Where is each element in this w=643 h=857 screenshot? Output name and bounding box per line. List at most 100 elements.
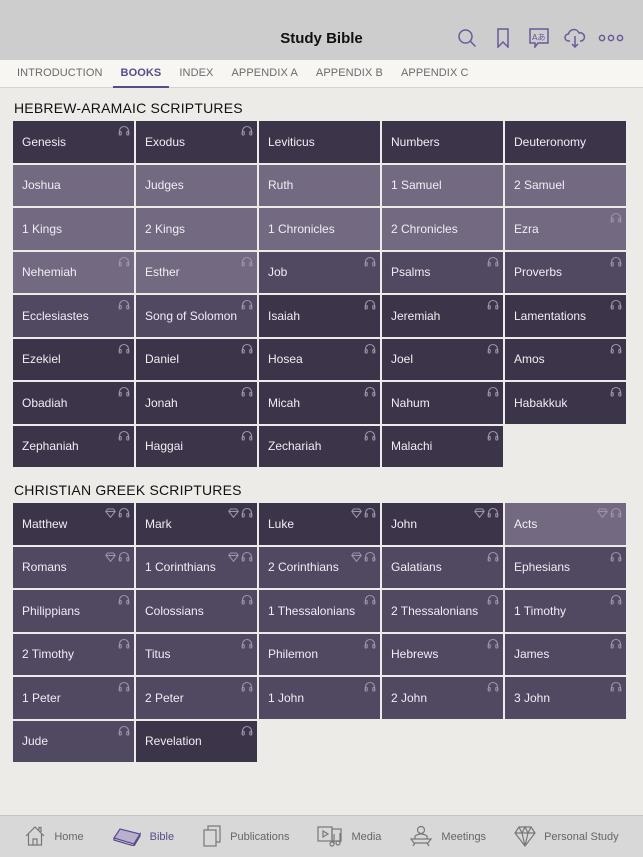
headphones-icon xyxy=(364,551,376,565)
tile-icons xyxy=(487,681,499,695)
nav-media[interactable]: Media xyxy=(303,816,395,857)
nav-media-label: Media xyxy=(351,831,382,843)
book-tile-song-of-solomon[interactable]: Song of Solomon xyxy=(136,295,257,337)
book-tile-habakkuk[interactable]: Habakkuk xyxy=(505,382,626,424)
book-tile-2-corinthians[interactable]: 2 Corinthians xyxy=(259,546,380,588)
book-tile-1-kings[interactable]: 1 Kings xyxy=(13,208,134,250)
tile-icons xyxy=(487,594,499,608)
book-tile-romans[interactable]: Romans xyxy=(13,546,134,588)
tab-appendix-c[interactable]: APPENDIX C xyxy=(392,60,478,87)
book-tile-mark[interactable]: Mark xyxy=(136,503,257,545)
book-tile-3-john[interactable]: 3 John xyxy=(505,677,626,719)
book-tile-numbers[interactable]: Numbers xyxy=(382,121,503,163)
book-tile-ephesians[interactable]: Ephesians xyxy=(505,546,626,588)
book-tile-2-john[interactable]: 2 John xyxy=(382,677,503,719)
book-tile-james[interactable]: James xyxy=(505,633,626,675)
book-tile-exodus[interactable]: Exodus xyxy=(136,121,257,163)
book-name: Ezra xyxy=(514,221,539,236)
search-icon[interactable] xyxy=(449,26,485,50)
book-tile-zechariah[interactable]: Zechariah xyxy=(259,425,380,467)
book-tile-nahum[interactable]: Nahum xyxy=(382,382,503,424)
book-name: 2 Corinthians xyxy=(268,560,339,575)
book-tile-1-timothy[interactable]: 1 Timothy xyxy=(505,590,626,632)
tab-index[interactable]: INDEX xyxy=(170,60,222,87)
nav-personal-study[interactable]: Personal Study xyxy=(500,816,633,857)
book-tile-genesis[interactable]: Genesis xyxy=(13,121,134,163)
book-tile-philippians[interactable]: Philippians xyxy=(13,590,134,632)
book-tile-lamentations[interactable]: Lamentations xyxy=(505,295,626,337)
book-tile-esther[interactable]: Esther xyxy=(136,251,257,293)
tile-icons xyxy=(118,430,130,444)
download-cloud-icon[interactable] xyxy=(557,26,593,50)
book-tile-malachi[interactable]: Malachi xyxy=(382,425,503,467)
book-tile-ruth[interactable]: Ruth xyxy=(259,164,380,206)
nav-meetings[interactable]: Meetings xyxy=(395,816,500,857)
book-tile-john[interactable]: John xyxy=(382,503,503,545)
book-tile-1-samuel[interactable]: 1 Samuel xyxy=(382,164,503,206)
book-tile-1-peter[interactable]: 1 Peter xyxy=(13,677,134,719)
book-tile-amos[interactable]: Amos xyxy=(505,338,626,380)
book-name: Jeremiah xyxy=(391,308,441,323)
book-tile-2-peter[interactable]: 2 Peter xyxy=(136,677,257,719)
book-tile-1-john[interactable]: 1 John xyxy=(259,677,380,719)
book-tile-jonah[interactable]: Jonah xyxy=(136,382,257,424)
book-tile-joshua[interactable]: Joshua xyxy=(13,164,134,206)
book-tile-2-chronicles[interactable]: 2 Chronicles xyxy=(382,208,503,250)
book-tile-colossians[interactable]: Colossians xyxy=(136,590,257,632)
book-tile-titus[interactable]: Titus xyxy=(136,633,257,675)
book-tile-deuteronomy[interactable]: Deuteronomy xyxy=(505,121,626,163)
book-tile-obadiah[interactable]: Obadiah xyxy=(13,382,134,424)
book-tile-hebrews[interactable]: Hebrews xyxy=(382,633,503,675)
tile-icons xyxy=(487,386,499,400)
book-tile-2-samuel[interactable]: 2 Samuel xyxy=(505,164,626,206)
book-tile-philemon[interactable]: Philemon xyxy=(259,633,380,675)
headphones-icon xyxy=(241,594,253,608)
book-tile-job[interactable]: Job xyxy=(259,251,380,293)
tab-appendix-b[interactable]: APPENDIX B xyxy=(307,60,392,87)
book-tile-matthew[interactable]: Matthew xyxy=(13,503,134,545)
book-tile-ezra[interactable]: Ezra xyxy=(505,208,626,250)
book-tile-jude[interactable]: Jude xyxy=(13,720,134,762)
book-tile-1-thessalonians[interactable]: 1 Thessalonians xyxy=(259,590,380,632)
study-notes-gem-icon xyxy=(228,507,239,521)
book-tile-acts[interactable]: Acts xyxy=(505,503,626,545)
book-tile-judges[interactable]: Judges xyxy=(136,164,257,206)
book-tile-2-thessalonians[interactable]: 2 Thessalonians xyxy=(382,590,503,632)
book-tile-2-kings[interactable]: 2 Kings xyxy=(136,208,257,250)
book-tile-psalms[interactable]: Psalms xyxy=(382,251,503,293)
tab-appendix-a[interactable]: APPENDIX A xyxy=(223,60,307,87)
book-tile-micah[interactable]: Micah xyxy=(259,382,380,424)
tab-introduction[interactable]: INTRODUCTION xyxy=(8,60,112,87)
bookmark-icon[interactable] xyxy=(485,26,521,50)
nav-bible[interactable]: Bible xyxy=(98,816,188,857)
headphones-icon xyxy=(118,256,130,270)
tab-books[interactable]: BOOKS xyxy=(112,60,171,88)
book-tile-jeremiah[interactable]: Jeremiah xyxy=(382,295,503,337)
book-tile-hosea[interactable]: Hosea xyxy=(259,338,380,380)
book-name: 2 Timothy xyxy=(22,647,75,662)
book-tile-zephaniah[interactable]: Zephaniah xyxy=(13,425,134,467)
book-tile-proverbs[interactable]: Proverbs xyxy=(505,251,626,293)
book-tile-galatians[interactable]: Galatians xyxy=(382,546,503,588)
book-tile-ezekiel[interactable]: Ezekiel xyxy=(13,338,134,380)
tile-icons xyxy=(241,299,253,313)
more-icon[interactable] xyxy=(593,26,629,50)
book-tile-1-corinthians[interactable]: 1 Corinthians xyxy=(136,546,257,588)
book-tile-ecclesiastes[interactable]: Ecclesiastes xyxy=(13,295,134,337)
book-tile-1-chronicles[interactable]: 1 Chronicles xyxy=(259,208,380,250)
book-tile-revelation[interactable]: Revelation xyxy=(136,720,257,762)
book-tile-leviticus[interactable]: Leviticus xyxy=(259,121,380,163)
headphones-icon xyxy=(364,343,376,357)
language-icon[interactable]: Aあ xyxy=(521,26,557,50)
nav-publications[interactable]: Publications xyxy=(188,816,303,857)
book-tile-isaiah[interactable]: Isaiah xyxy=(259,295,380,337)
book-tile-daniel[interactable]: Daniel xyxy=(136,338,257,380)
book-tile-2-timothy[interactable]: 2 Timothy xyxy=(13,633,134,675)
nav-home[interactable]: Home xyxy=(10,816,97,857)
book-name: Mark xyxy=(145,516,172,531)
book-tile-luke[interactable]: Luke xyxy=(259,503,380,545)
book-tile-joel[interactable]: Joel xyxy=(382,338,503,380)
tile-icons xyxy=(610,256,622,270)
book-tile-haggai[interactable]: Haggai xyxy=(136,425,257,467)
book-tile-nehemiah[interactable]: Nehemiah xyxy=(13,251,134,293)
